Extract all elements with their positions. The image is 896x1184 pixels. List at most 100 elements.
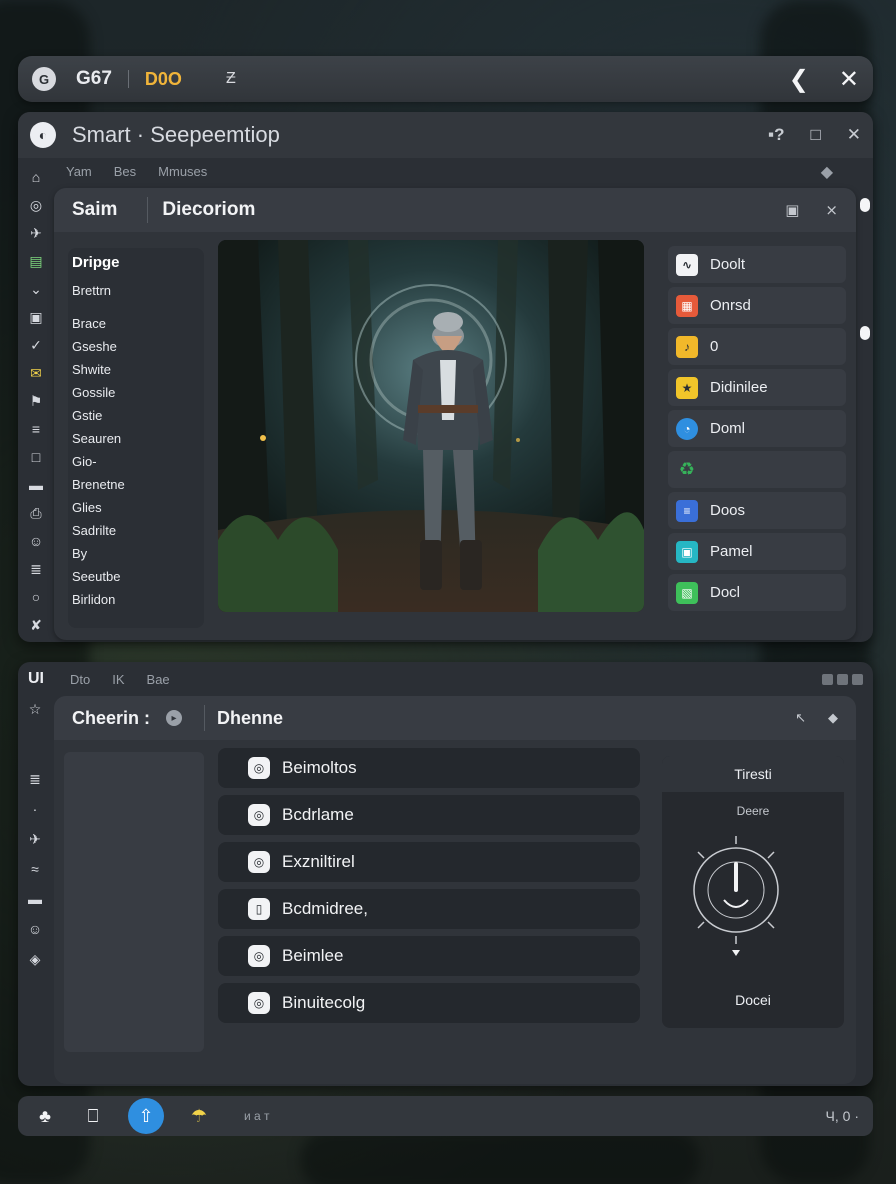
- check-icon[interactable]: ✓: [27, 336, 45, 354]
- topbar-label-1[interactable]: G67: [76, 68, 112, 90]
- action-button-4[interactable]: ▯ Bcdmidree,: [218, 889, 640, 929]
- star-rail-icon[interactable]: ☆: [26, 700, 44, 718]
- clock-icon[interactable]: [662, 818, 844, 968]
- compass-icon[interactable]: ◎: [27, 196, 45, 214]
- smile-icon[interactable]: ☺: [26, 920, 44, 938]
- pin-panel-icon[interactable]: ◆: [828, 710, 838, 726]
- tab-3[interactable]: Bae: [147, 672, 170, 687]
- panel-tab-b[interactable]: Diecoriom: [162, 199, 255, 221]
- window-control-1[interactable]: ▪?: [768, 125, 784, 145]
- tab-1[interactable]: Dto: [70, 672, 90, 687]
- game-character-preview[interactable]: [218, 240, 644, 612]
- briefcase-icon[interactable]: ▬: [27, 476, 45, 494]
- edge-handle-1[interactable]: [860, 198, 870, 212]
- maximize-icon[interactable]: [852, 673, 863, 685]
- panel-tab-a[interactable]: Saim: [72, 199, 117, 221]
- layers-icon[interactable]: ▣: [27, 308, 45, 326]
- back-arrow-icon[interactable]: ❮: [789, 65, 809, 94]
- app-item-label: Doos: [710, 502, 746, 519]
- action-button-6[interactable]: ◎ Binuitecolg: [218, 983, 640, 1023]
- close-x-icon[interactable]: ✕: [839, 65, 859, 94]
- dot-icon[interactable]: ·: [26, 800, 44, 818]
- info-icon[interactable]: ▸: [166, 710, 183, 726]
- list-item[interactable]: Brace: [72, 316, 200, 331]
- app-item-8[interactable]: ▣ Pamel: [668, 533, 846, 570]
- list-item[interactable]: Sadrilte: [72, 523, 200, 538]
- down-icon[interactable]: ⌄: [27, 280, 45, 298]
- list-item[interactable]: Glies: [72, 500, 200, 515]
- list-item[interactable]: Seeutbe: [72, 569, 200, 584]
- pin-icon[interactable]: ✘: [27, 616, 45, 634]
- dock-right-status[interactable]: Ч, 0 ·: [826, 1108, 859, 1124]
- app-item-3[interactable]: ♪ 0: [668, 328, 846, 365]
- sheet-icon[interactable]: ≣: [26, 770, 44, 788]
- home-icon[interactable]: ⌂: [27, 168, 45, 186]
- app-icon[interactable]: G: [32, 67, 56, 91]
- folder-icon[interactable]: ▤: [27, 252, 45, 270]
- close-button[interactable]: ✕: [847, 125, 861, 145]
- list-item[interactable]: Gstie: [72, 408, 200, 423]
- save-icon[interactable]: ▣: [785, 201, 799, 219]
- flag-icon[interactable]: ⚑: [27, 392, 45, 410]
- list-item[interactable]: Gio-: [72, 454, 200, 469]
- case-icon[interactable]: ▬: [26, 890, 44, 908]
- mushroom-icon[interactable]: ☂: [186, 1103, 212, 1129]
- list-item[interactable]: Gossile: [72, 385, 200, 400]
- window-size-controls[interactable]: [822, 673, 863, 685]
- wave-icon[interactable]: ≈: [26, 860, 44, 878]
- clock-caption: Deere: [736, 804, 770, 818]
- list-item[interactable]: By: [72, 546, 200, 561]
- clock-widget-title[interactable]: Tiresti: [662, 756, 844, 792]
- list-item[interactable]: Birlidon: [72, 592, 200, 607]
- tab-1[interactable]: Yam: [66, 164, 92, 179]
- minimize-icon[interactable]: [822, 673, 833, 685]
- plane-icon[interactable]: ✈: [27, 224, 45, 242]
- action-label: Bcdmidree,: [282, 899, 368, 918]
- app-item-9[interactable]: ▧ Docl: [668, 574, 846, 611]
- monitor-icon[interactable]: ⎕: [80, 1103, 106, 1129]
- tab-3[interactable]: Mmuses: [158, 164, 207, 179]
- action-button-1[interactable]: ◎ Beimoltos: [218, 748, 640, 788]
- paw-icon[interactable]: ◈: [26, 950, 44, 968]
- app-item-6[interactable]: ♻: [668, 451, 846, 488]
- topbar-label-2[interactable]: D0O: [145, 69, 182, 90]
- panel-tab-a[interactable]: Cheerin :: [72, 708, 150, 729]
- list-item[interactable]: Gseshe: [72, 339, 200, 354]
- wifi-icon[interactable]: ≣: [27, 560, 45, 578]
- action-button-2[interactable]: ◎ Bcdrlame: [218, 795, 640, 835]
- collapse-icon[interactable]: ↖: [795, 710, 806, 726]
- close-panel-icon[interactable]: ⨯: [825, 201, 838, 219]
- chart-rail-icon[interactable]: ≡: [27, 420, 45, 438]
- edge-handle-2[interactable]: [860, 326, 870, 340]
- circle-icon[interactable]: ○: [27, 588, 45, 606]
- action-button-3[interactable]: ◎ Exzniltirel: [218, 842, 640, 882]
- topbar-label-3[interactable]: Ƶ: [226, 70, 236, 88]
- box-icon[interactable]: □: [27, 448, 45, 466]
- mail-icon[interactable]: ✉: [27, 364, 45, 382]
- list-item[interactable]: Brenetne: [72, 477, 200, 492]
- clover-icon[interactable]: ♣: [32, 1103, 58, 1129]
- left-list: Dripge Brettrn Brace Gseshe Shwite Gossi…: [68, 248, 204, 628]
- window-logo-icon[interactable]: ◐: [30, 122, 56, 148]
- app-item-2[interactable]: ▦ Onrsd: [668, 287, 846, 324]
- restore-icon[interactable]: [837, 673, 848, 685]
- list-item[interactable]: Shwite: [72, 362, 200, 377]
- tab-2[interactable]: IK: [112, 672, 124, 687]
- upload-icon[interactable]: ⇧: [128, 1098, 164, 1134]
- maximize-button[interactable]: □: [810, 125, 820, 145]
- secondary-logo[interactable]: UI: [28, 670, 44, 688]
- face-icon[interactable]: ☺: [27, 532, 45, 550]
- panel-tab-b[interactable]: Dhenne: [217, 708, 283, 729]
- tab-2[interactable]: Bes: [114, 164, 136, 179]
- app-item-1[interactable]: ∿ Doolt: [668, 246, 846, 283]
- app-item-5[interactable]: ◔ Doml: [668, 410, 846, 447]
- print-icon[interactable]: ⎙: [27, 504, 45, 522]
- app-item-7[interactable]: ≡ Doos: [668, 492, 846, 529]
- action-button-5[interactable]: ◎ Beimlee: [218, 936, 640, 976]
- plane-rail-icon[interactable]: ✈: [26, 830, 44, 848]
- list-item[interactable]: Seauren: [72, 431, 200, 446]
- tabs-menu-icon[interactable]: ◆: [821, 162, 833, 182]
- app-item-4[interactable]: ★ Didinilee: [668, 369, 846, 406]
- right-app-list: ∿ Doolt ▦ Onrsd ♪ 0 ★ Didinilee ◔ Doml ♻: [668, 246, 846, 611]
- action-icon: ◎: [248, 851, 270, 873]
